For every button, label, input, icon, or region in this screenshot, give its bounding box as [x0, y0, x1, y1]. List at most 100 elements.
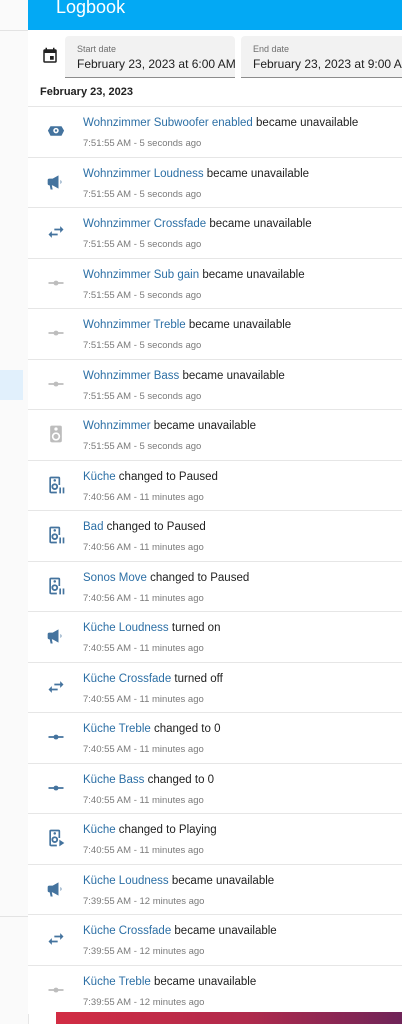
slider-icon: [48, 280, 64, 285]
entry-time: 7:51:55 AM - 5 seconds ago: [83, 390, 202, 402]
entry-time: 7:51:55 AM - 5 seconds ago: [83, 138, 202, 149]
entity-link[interactable]: Küche Bass: [83, 774, 144, 786]
entry-message: Küche Crossfade became unavailable: [83, 925, 277, 937]
entry-action: became unavailable: [171, 925, 277, 937]
entry-message: Küche Loudness turned on: [83, 622, 220, 634]
logbook-entry[interactable]: Wohnzimmer Subwoofer enabled became unav…: [28, 106, 402, 157]
logbook-entry[interactable]: Sonos Move changed to Paused 7:40:56 AM -…: [28, 560, 402, 612]
entity-link[interactable]: Küche Loudness: [83, 622, 169, 634]
start-date-field[interactable]: Start date February 23, 2023 at 6:00 AM: [65, 36, 236, 78]
speaker-pause-icon: [49, 577, 65, 594]
footer-bar: [56, 1012, 402, 1024]
entity-link[interactable]: Küche Treble: [83, 976, 151, 988]
logbook-entry[interactable]: Wohnzimmer Loudness became unavailable 7:…: [28, 156, 402, 208]
entry-time: 7:40:55 AM - 11 minutes ago: [83, 845, 204, 856]
entry-message: Küche changed to Paused: [83, 471, 218, 483]
entry-action: became unavailable: [168, 874, 275, 887]
entry-message: Küche Bass changed to 0: [83, 774, 214, 786]
entry-message: Wohnzimmer Sub gain became unavailable: [83, 269, 305, 281]
entry-time: 7:40:56 AM - 11 minutes ago: [83, 592, 204, 604]
entry-time: 7:40:55 AM - 11 minutes ago: [83, 794, 204, 806]
logbook-entry[interactable]: Küche Crossfade became unavailable 7:39:5…: [28, 914, 402, 965]
logbook-entry[interactable]: Wohnzimmer became unavailable 7:51:55 AM …: [28, 409, 402, 460]
logbook-entries: Wohnzimmer Subwoofer enabled became unav…: [28, 106, 402, 1014]
top-app-bar: Logbook: [28, 0, 402, 30]
logbook-entry[interactable]: Wohnzimmer Crossfade became unavailable 7…: [28, 207, 402, 258]
logbook-entry[interactable]: Küche Treble changed to 0 7:40:55 AM - 11…: [28, 712, 402, 763]
logbook-entry[interactable]: Küche Crossfade turned off 7:40:55 AM - 1…: [28, 661, 402, 713]
entry-message: Küche Treble became unavailable: [83, 976, 256, 988]
logbook-entry[interactable]: Küche changed to Playing 7:40:55 AM - 11 …: [28, 813, 402, 864]
entity-link[interactable]: Küche: [83, 824, 116, 836]
entity-link[interactable]: Bad: [83, 521, 103, 533]
entry-time: 7:51:55 AM - 5 seconds ago: [83, 441, 202, 452]
entry-time: 7:51:55 AM - 5 seconds ago: [83, 340, 202, 351]
entry-action: turned off: [171, 672, 223, 685]
entry-message: Wohnzimmer Loudness became unavailable: [83, 168, 309, 180]
page-title: Logbook: [56, 0, 126, 17]
logbook-entry[interactable]: Küche Loudness became unavailable 7:39:55…: [28, 863, 402, 915]
entry-message: Küche Crossfade turned off: [83, 673, 223, 685]
logbook-panel: Start date February 23, 2023 at 6:00 AM …: [28, 30, 402, 1014]
entity-link[interactable]: Küche: [83, 471, 116, 483]
logbook-entry[interactable]: Wohnzimmer Bass became unavailable 7:51:5…: [28, 358, 402, 410]
entry-action: became unavailable: [199, 268, 305, 281]
logbook-entry[interactable]: Küche changed to Paused 7:40:56 AM - 11 m…: [28, 459, 402, 511]
logbook-entry[interactable]: Wohnzimmer Treble became unavailable 7:51…: [28, 308, 402, 359]
entry-time: 7:51:55 AM - 5 seconds ago: [83, 289, 202, 301]
bullhorn-icon: [47, 174, 62, 189]
start-date-label: Start date: [77, 44, 117, 54]
bullhorn-icon: [47, 881, 62, 896]
swap-icon: [48, 226, 64, 238]
logbook-entry[interactable]: Wohnzimmer Sub gain became unavailable 7:…: [28, 257, 402, 309]
swap-icon: [48, 680, 64, 693]
entity-link[interactable]: Wohnzimmer Bass: [83, 370, 179, 382]
entity-link[interactable]: Wohnzimmer Treble: [83, 319, 186, 331]
entity-link[interactable]: Wohnzimmer Subwoofer enabled: [83, 117, 253, 129]
entity-link[interactable]: Küche Crossfade: [83, 925, 171, 937]
entry-message: Sonos Move changed to Paused: [83, 572, 249, 584]
sidebar-divider: [0, 30, 28, 31]
entry-action: became unavailable: [252, 117, 359, 129]
entity-link[interactable]: Sonos Move: [83, 572, 147, 584]
subwoofer-icon: [47, 126, 65, 136]
entry-action: became unavailable: [206, 218, 312, 230]
entry-time: 7:40:56 AM - 11 minutes ago: [83, 491, 204, 503]
entity-link[interactable]: Küche Loudness: [83, 875, 169, 887]
calendar-icon[interactable]: [41, 47, 59, 65]
logbook-entry[interactable]: Bad changed to Paused 7:40:56 AM - 11 min…: [28, 510, 402, 561]
entry-time: 7:39:55 AM - 12 minutes ago: [83, 895, 205, 907]
entity-link[interactable]: Wohnzimmer Sub gain: [83, 269, 199, 281]
entity-link[interactable]: Küche Crossfade: [83, 673, 171, 685]
entry-message: Wohnzimmer Crossfade became unavailable: [83, 218, 312, 230]
end-date-label: End date: [253, 44, 290, 54]
entity-link[interactable]: Wohnzimmer: [83, 420, 151, 432]
entry-action: became unavailable: [203, 167, 310, 180]
logbook-entry[interactable]: Küche Loudness turned on 7:40:55 AM - 11 …: [28, 611, 402, 662]
entry-action: changed to Paused: [103, 521, 206, 533]
entry-message: Wohnzimmer became unavailable: [83, 420, 256, 432]
slider-icon: [48, 987, 64, 992]
entity-link[interactable]: Küche Treble: [83, 723, 151, 735]
entry-action: became unavailable: [185, 319, 292, 331]
logbook-entry[interactable]: Küche Treble became unavailable 7:39:55 A…: [28, 964, 402, 1015]
entity-link[interactable]: Wohnzimmer Crossfade: [83, 218, 206, 230]
entry-action: changed to Paused: [115, 470, 218, 483]
entry-time: 7:51:55 AM - 5 seconds ago: [83, 239, 202, 250]
entry-action: became unavailable: [179, 369, 285, 382]
entity-link[interactable]: Wohnzimmer Loudness: [83, 168, 204, 180]
entry-time: 7:40:55 AM - 11 minutes ago: [83, 643, 204, 654]
logbook-entry[interactable]: Küche Bass changed to 0 7:40:55 AM - 11 m…: [28, 762, 402, 814]
entry-time: 7:40:55 AM - 11 minutes ago: [83, 744, 204, 755]
entry-action: changed to 0: [150, 723, 221, 735]
entry-time: 7:40:56 AM - 11 minutes ago: [83, 542, 204, 553]
slider-icon: [48, 381, 64, 386]
slider-icon: [48, 785, 64, 790]
entry-message: Bad changed to Paused: [83, 521, 206, 533]
entry-action: changed to Paused: [146, 571, 250, 584]
speaker-play-icon: [49, 829, 65, 847]
sidebar-item-logbook[interactable]: [0, 370, 23, 400]
end-date-field[interactable]: End date February 23, 2023 at 9:00 AM: [241, 36, 402, 78]
entry-time: 7:39:55 AM - 12 minutes ago: [83, 946, 205, 957]
entry-action: became unavailable: [150, 420, 257, 432]
